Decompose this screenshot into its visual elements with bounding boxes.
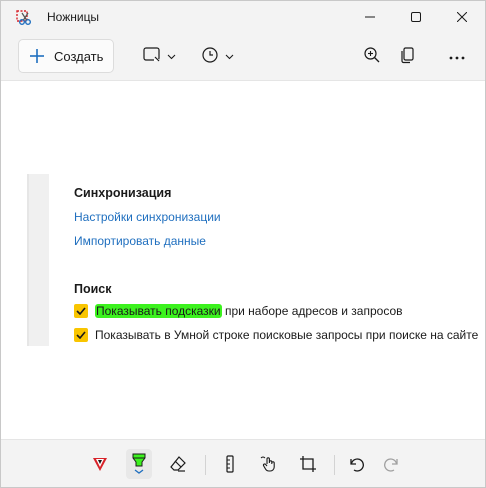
undo-button[interactable] — [343, 452, 369, 478]
toolbar-divider — [205, 455, 206, 475]
close-button[interactable] — [439, 1, 485, 33]
sync-settings-link: Настройки синхронизации — [74, 210, 221, 224]
ruler-icon — [221, 454, 239, 476]
zoom-button[interactable] — [363, 45, 381, 67]
import-data-link: Импортировать данные — [74, 234, 206, 248]
more-icon — [449, 49, 465, 63]
plus-icon — [29, 48, 45, 64]
touch-writing-icon — [260, 455, 278, 476]
zoom-icon — [363, 46, 381, 67]
captured-sidebar-strip — [27, 174, 49, 346]
highlighter-button[interactable] — [126, 449, 152, 479]
sync-section-title: Синхронизация — [74, 186, 172, 200]
create-button-label: Создать — [54, 48, 104, 64]
highlighter-mark: Показывать подсказки — [95, 304, 222, 318]
touch-writing-button[interactable] — [256, 452, 282, 478]
snip-mode-dropdown[interactable] — [143, 45, 176, 67]
crop-icon — [299, 455, 317, 476]
timer-icon — [201, 46, 219, 67]
highlighter-icon — [130, 452, 148, 477]
top-toolbar: Создать — [1, 33, 485, 81]
undo-icon — [347, 455, 365, 476]
maximize-button[interactable] — [393, 1, 439, 33]
eraser-icon — [169, 455, 187, 476]
copy-button[interactable] — [399, 45, 417, 67]
checkbox-checked-icon — [74, 328, 88, 342]
crop-button[interactable] — [295, 452, 321, 478]
redo-icon — [383, 455, 401, 476]
search-section-title: Поиск — [74, 282, 112, 296]
pen-icon — [91, 455, 109, 476]
option-text: при наборе адресов и запросов — [221, 304, 403, 318]
markup-toolbar — [1, 439, 485, 487]
create-button[interactable]: Создать — [18, 39, 114, 73]
eraser-button[interactable] — [165, 452, 191, 478]
checkbox-checked-icon — [74, 304, 88, 318]
chevron-down-icon — [167, 49, 176, 63]
snip-mode-icon — [143, 46, 161, 66]
minimize-button[interactable] — [347, 1, 393, 33]
redo-button[interactable] — [379, 452, 405, 478]
delay-dropdown[interactable] — [201, 45, 234, 67]
snip-canvas: Синхронизация Настройки синхронизации Им… — [1, 81, 485, 439]
search-option-suggestions: Показывать подсказки при наборе адресов … — [74, 304, 403, 318]
chevron-down-icon — [225, 49, 234, 63]
toolbar-divider — [334, 455, 335, 475]
copy-icon — [399, 46, 417, 67]
title-bar: Ножницы — [1, 1, 485, 33]
more-options-button[interactable] — [449, 45, 465, 67]
window-title: Ножницы — [47, 10, 100, 24]
snipping-tool-window: Ножницы Создать Синхронизация Настройки … — [0, 0, 486, 488]
ballpoint-pen-button[interactable] — [87, 452, 113, 478]
scissors-app-icon — [15, 9, 33, 27]
ruler-button[interactable] — [217, 452, 243, 478]
option-text: Показывать в Умной строке поисковые запр… — [95, 328, 479, 342]
search-option-smartbar: Показывать в Умной строке поисковые запр… — [74, 328, 478, 342]
